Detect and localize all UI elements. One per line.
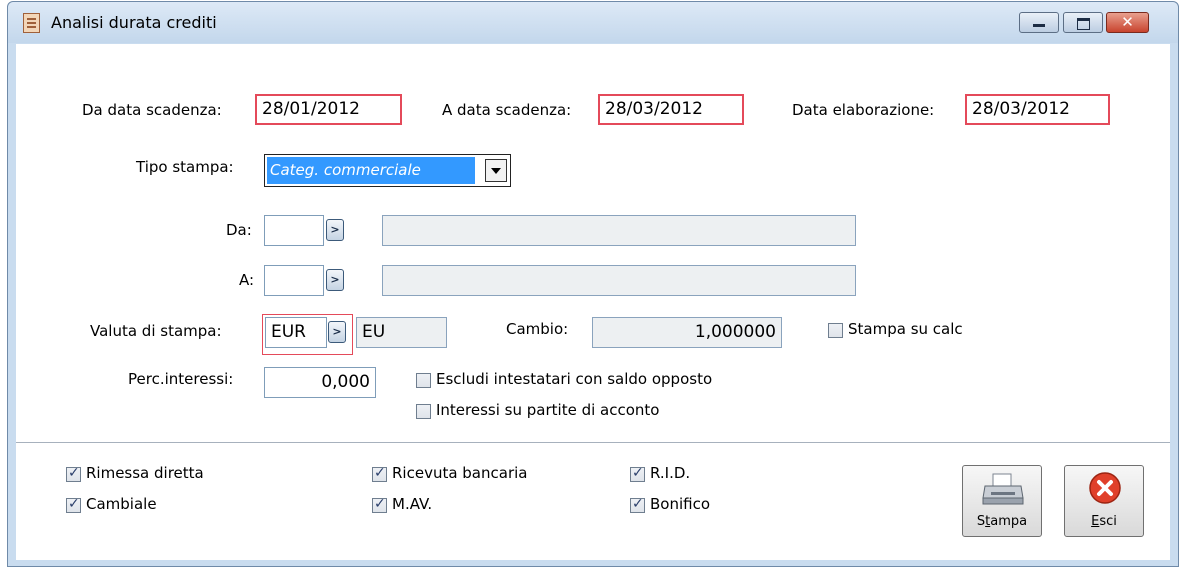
valuta-description-field: EU [356,317,447,348]
rid-label: R.I.D. [650,464,691,482]
minimize-icon [1033,24,1045,27]
rid-checkbox[interactable] [630,465,645,482]
perc-interessi-label: Perc.interessi: [128,370,234,388]
mav-checkbox[interactable] [372,496,387,513]
separator [16,442,1170,443]
stampa-button[interactable]: Stampa [962,465,1042,537]
maximize-button[interactable] [1063,12,1103,33]
escludi-intestatari-label: Escludi intestatari con saldo opposto [436,370,713,388]
perc-interessi-input[interactable]: 0,000 [264,367,376,398]
da-code-input[interactable] [264,215,324,246]
close-icon: ✕ [1121,13,1134,31]
stampa-su-calc-label: Stampa su calc [848,320,963,338]
cambiale-checkbox[interactable] [66,496,81,513]
tipo-stampa-select[interactable]: Categ. commerciale [264,154,511,187]
esci-caption: Esci [1091,514,1117,529]
mav-label: M.AV. [392,495,433,513]
rimessa-diretta-label: Rimessa diretta [86,464,204,482]
dialog-window: Analisi durata crediti ✕ Da data scadenz… [7,1,1179,567]
a-code-input[interactable] [264,265,324,296]
chevron-right-icon: > [332,325,342,338]
esci-button[interactable]: Esci [1064,465,1144,537]
interessi-acconto-checkbox[interactable] [416,404,431,419]
cambiale-label: Cambiale [86,495,157,513]
tipo-stampa-label: Tipo stampa: [136,158,234,176]
tipo-stampa-value: Categ. commerciale [267,157,475,184]
escludi-intestatari-checkbox[interactable] [416,373,431,388]
da-description-field [382,215,856,246]
valuta-code-input[interactable]: EUR [265,317,327,348]
printer-icon [982,473,1024,505]
chevron-right-icon: > [330,223,340,236]
data-elaborazione-input[interactable]: 28/03/2012 [965,94,1110,125]
zoom-valuta-button[interactable]: > [328,321,346,343]
da-data-scadenza-input[interactable]: 28/01/2012 [255,94,402,125]
window-title: Analisi durata crediti [51,13,217,32]
da-label: Da: [226,221,252,239]
bonifico-label: Bonifico [650,495,711,513]
a-data-scadenza-label: A data scadenza: [442,101,572,119]
cambio-label: Cambio: [506,320,569,338]
rimessa-diretta-checkbox[interactable] [66,465,81,482]
da-data-scadenza-label: Da data scadenza: [82,101,222,119]
valuta-stampa-label: Valuta di stampa: [90,322,222,340]
a-label: A: [239,271,255,289]
a-data-scadenza-input[interactable]: 28/03/2012 [598,94,744,125]
data-elaborazione-label: Data elaborazione: [792,101,935,119]
dropdown-button[interactable] [485,159,507,182]
exit-icon [1089,472,1121,504]
stampa-su-calc-checkbox[interactable] [828,323,843,338]
zoom-a-button[interactable]: > [326,269,344,291]
report-icon [23,13,40,33]
chevron-down-icon [491,168,501,174]
cambio-field: 1,000000 [592,317,782,348]
ricevuta-bancaria-label: Ricevuta bancaria [392,464,528,482]
bonifico-checkbox[interactable] [630,496,645,513]
maximize-icon [1077,18,1090,30]
ricevuta-bancaria-checkbox[interactable] [372,465,387,482]
stampa-caption: Stampa [976,514,1028,529]
chevron-right-icon: > [330,273,340,286]
dialog-body: Da data scadenza: 28/01/2012 A data scad… [16,44,1170,560]
title-bar[interactable]: Analisi durata crediti ✕ [8,2,1178,43]
interessi-acconto-label: Interessi su partite di acconto [436,401,660,419]
zoom-da-button[interactable]: > [326,219,344,241]
minimize-button[interactable] [1019,12,1059,33]
a-description-field [382,265,856,296]
close-button[interactable]: ✕ [1106,12,1149,33]
